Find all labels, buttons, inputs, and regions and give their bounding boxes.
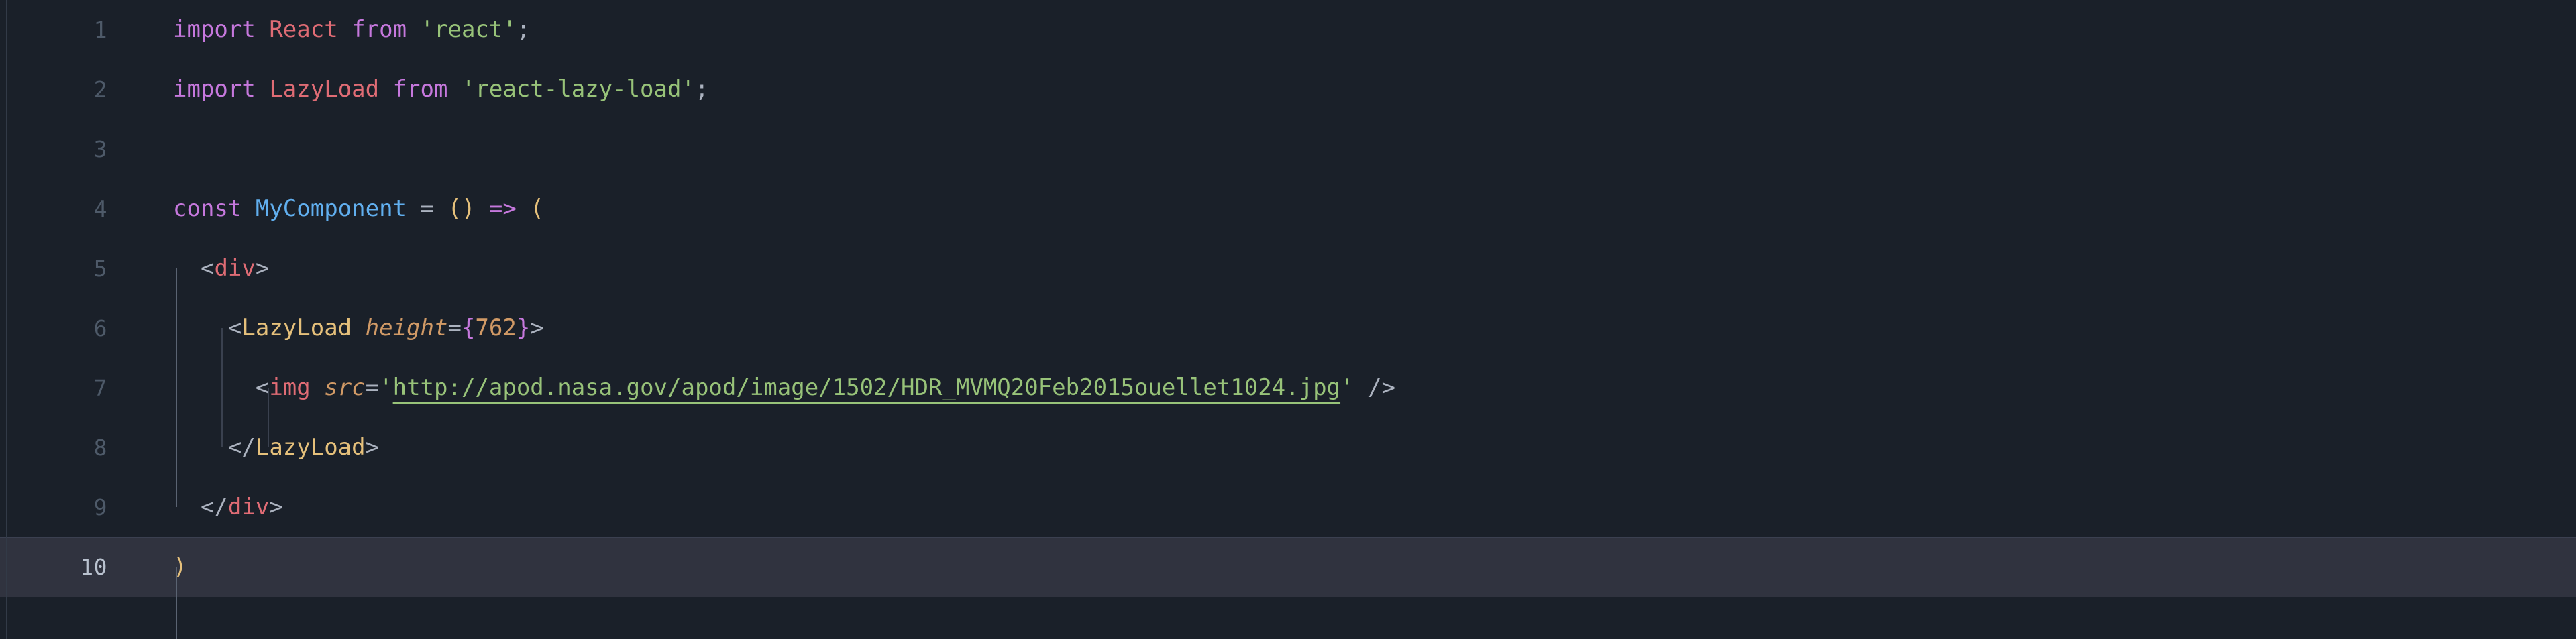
indent-guide-level-1 [221, 328, 223, 447]
token-tag-close-bracket: > [255, 255, 270, 282]
line-number: 9 [93, 494, 107, 520]
code-editor[interactable]: 1 import React from 'react'; 2 import La… [0, 0, 2576, 639]
indent-guide-level-0 [176, 268, 177, 507]
line-content: <LazyLoad height={762}> [173, 298, 544, 358]
code-line-4[interactable]: 4 const MyComponent = () => ( [0, 179, 2576, 239]
line-number: 3 [93, 136, 107, 162]
line-number-active: 10 [80, 554, 107, 580]
code-line-10-active[interactable]: 10 ) [0, 537, 2576, 597]
token-identifier-react: React [269, 16, 338, 43]
code-line-7[interactable]: 7 <img src='http://apod.nasa.gov/apod/im… [0, 358, 2576, 418]
line-content: const MyComponent = () => ( [173, 179, 544, 239]
token-tag-img: img [269, 374, 311, 401]
token-keyword-import: import [173, 76, 256, 103]
image-url-link[interactable]: http://apod.nasa.gov/apod/image/1502/HDR… [393, 374, 1340, 401]
code-line-2[interactable]: 2 import LazyLoad from 'react-lazy-load'… [0, 60, 2576, 119]
token-string-module: 'react-lazy-load' [461, 76, 695, 103]
token-tag-close-bracket: > [365, 434, 380, 461]
token-self-closing-tag: /> [1368, 374, 1395, 401]
line-number: 2 [93, 76, 107, 103]
token-tag-div: div [214, 255, 256, 282]
line-number: 4 [93, 196, 107, 222]
token-tag-close-bracket: > [269, 493, 283, 520]
line-content: </LazyLoad> [173, 418, 379, 477]
token-function-name: MyComponent [255, 195, 407, 222]
token-empty-params: () [447, 195, 476, 222]
token-closing-tag-open: </ [227, 434, 256, 461]
line-content: import LazyLoad from 'react-lazy-load'; [173, 60, 708, 119]
token-keyword-from: from [352, 16, 407, 43]
window-left-border [6, 0, 7, 639]
indent-guide-level-0-tail [176, 567, 177, 639]
token-tag-close-bracket: > [530, 314, 544, 341]
token-tag-open-bracket: < [227, 314, 242, 341]
token-quote-close: ' [1340, 374, 1354, 401]
token-quote-open: ' [379, 374, 393, 401]
token-identifier-lazyload: LazyLoad [269, 76, 380, 103]
line-number: 8 [93, 434, 107, 461]
token-arrow: => [488, 195, 517, 222]
token-brace-open: { [461, 314, 476, 341]
code-line-6[interactable]: 6 <LazyLoad height={762}> [0, 298, 2576, 358]
token-keyword-const: const [173, 195, 242, 222]
indent-guide-level-2 [268, 388, 269, 447]
token-closing-tag-open: </ [200, 493, 228, 520]
line-content: import React from 'react'; [173, 0, 530, 60]
token-open-paren: ( [530, 195, 544, 222]
line-content: </div> [173, 477, 283, 537]
line-number: 6 [93, 315, 107, 341]
token-tag-lazyload: LazyLoad [241, 314, 352, 341]
token-equals: = [365, 374, 380, 401]
code-line-1[interactable]: 1 import React from 'react'; [0, 0, 2576, 60]
line-number: 5 [93, 255, 107, 282]
line-content: <div> [173, 239, 269, 298]
token-string-module: 'react' [420, 16, 517, 43]
token-tag-lazyload: LazyLoad [255, 434, 366, 461]
line-number: 7 [93, 375, 107, 401]
token-brace-close: } [516, 314, 531, 341]
token-tag-div: div [227, 493, 270, 520]
token-equals: = [420, 195, 434, 222]
line-content: <img src='http://apod.nasa.gov/apod/imag… [173, 358, 1395, 418]
token-keyword-import: import [173, 16, 256, 43]
code-line-3[interactable]: 3 [0, 119, 2576, 179]
code-line-9[interactable]: 9 </div> [0, 477, 2576, 537]
code-line-8[interactable]: 8 </LazyLoad> [0, 418, 2576, 477]
code-line-5[interactable]: 5 <div> [0, 239, 2576, 298]
line-number: 1 [93, 17, 107, 43]
token-attribute-src: src [324, 374, 366, 401]
token-semicolon: ; [694, 76, 709, 103]
token-attribute-height: height [365, 314, 448, 341]
token-equals: = [447, 314, 462, 341]
token-tag-open-bracket: < [200, 255, 215, 282]
token-keyword-from: from [392, 76, 448, 103]
token-semicolon: ; [516, 16, 531, 43]
token-number-762: 762 [475, 314, 517, 341]
